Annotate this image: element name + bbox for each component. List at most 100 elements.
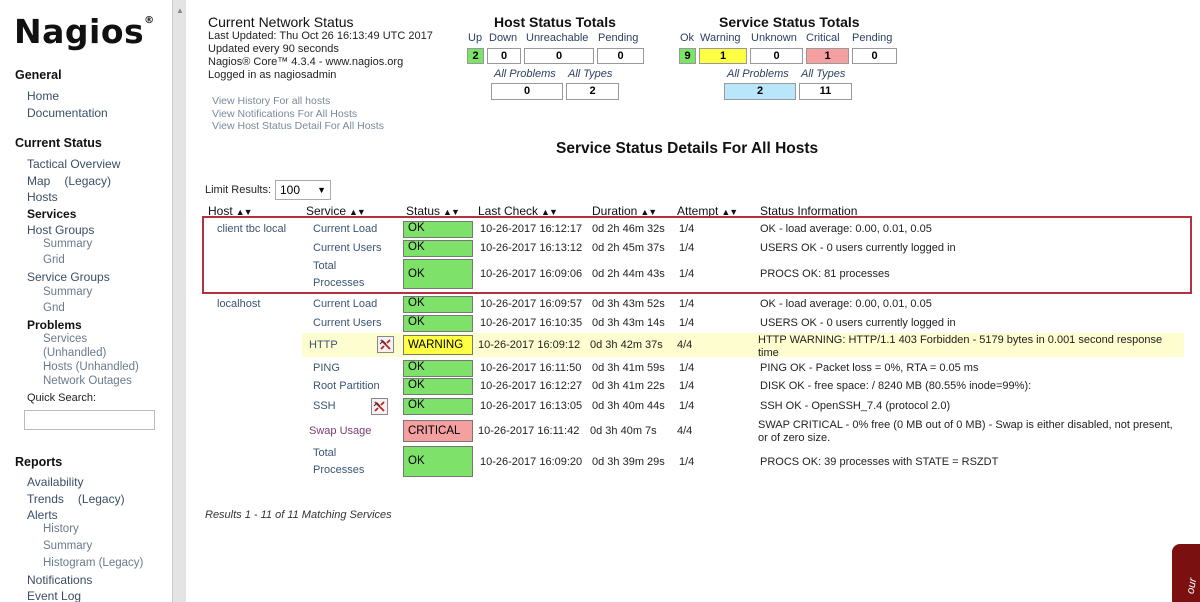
link-view-host-status[interactable]: View Host Status Detail For All Hosts — [212, 120, 384, 133]
host-totals-title: Host Status Totals — [494, 14, 616, 30]
attempt: 4/4 — [677, 425, 693, 437]
nav-problems[interactable]: Problems — [27, 318, 82, 332]
service-link[interactable]: Swap Usage — [309, 425, 371, 437]
nav-trends[interactable]: Trends (Legacy) — [27, 492, 125, 506]
nav-service-groups-grid[interactable]: Gnd — [43, 302, 65, 314]
svc-head-all-problems[interactable]: All Problems — [727, 68, 789, 80]
nav-alerts-summary[interactable]: Summary — [43, 540, 92, 552]
nagios-version: Nagios® Core™ 4.3.4 - www.nagios.org — [208, 56, 404, 68]
quick-search-input[interactable] — [24, 410, 155, 430]
svc-head-warning[interactable]: Warning — [700, 32, 741, 44]
host-count-up[interactable]: 2 — [467, 48, 484, 64]
nav-alerts-histogram[interactable]: Histogram (Legacy) — [43, 557, 143, 569]
attempt: 1/4 — [679, 456, 695, 468]
quick-search-label: Quick Search: — [27, 392, 97, 404]
service-link[interactable]: PING — [313, 362, 340, 374]
svc-count-all-problems[interactable]: 2 — [724, 83, 796, 100]
service-link[interactable]: Current Load — [313, 298, 377, 310]
host-count-all-types[interactable]: 2 — [566, 83, 619, 100]
host-head-down[interactable]: Down — [489, 32, 517, 44]
host-count-down[interactable]: 0 — [487, 48, 521, 64]
attempt: 1/4 — [679, 317, 695, 329]
host-head-pending[interactable]: Pending — [598, 32, 638, 44]
svc-count-warning[interactable]: 1 — [699, 48, 747, 64]
duration: 0d 3h 40m 7s — [590, 425, 657, 437]
last-check: 10-26-2017 16:09:57 — [480, 298, 583, 310]
svc-count-pending[interactable]: 0 — [852, 48, 897, 64]
info-links: View History For all hosts View Notifica… — [212, 95, 384, 133]
svc-count-unknown[interactable]: 0 — [750, 48, 803, 64]
page-title: Service Status Details For All Hosts — [556, 140, 819, 157]
nav-home[interactable]: Home — [27, 89, 59, 103]
nav-hosts[interactable]: Hosts — [27, 190, 58, 204]
svc-head-all-types[interactable]: All Types — [801, 68, 845, 80]
nav-host-groups-summary[interactable]: Summary — [43, 238, 92, 250]
host-count-pending[interactable]: 0 — [597, 48, 644, 64]
host-head-unreachable[interactable]: Unreachable — [526, 32, 588, 44]
svc-count-ok[interactable]: 9 — [679, 48, 696, 64]
svc-head-critical[interactable]: Critical — [806, 32, 840, 44]
status-information: HTTP WARNING: HTTP/1.1 403 Forbidden - 5… — [758, 334, 1163, 359]
last-check: 10-26-2017 16:11:50 — [480, 362, 582, 374]
service-link[interactable]: SSH — [313, 400, 336, 412]
service-link[interactable]: Current Users — [313, 317, 381, 329]
svc-head-unknown[interactable]: Unknown — [751, 32, 797, 44]
svc-count-critical[interactable]: 1 — [806, 48, 849, 64]
host-link-localhost[interactable]: localhost — [217, 298, 260, 310]
last-check: 10-26-2017 16:09:12 — [478, 339, 581, 351]
nagios-logo[interactable]: Nagios® — [14, 12, 155, 51]
update-interval: Updated every 90 seconds — [208, 43, 339, 55]
host-count-all-problems[interactable]: 0 — [491, 83, 563, 100]
corner-badge[interactable]: our — [1172, 544, 1200, 602]
nav-problems-hosts-unhandled[interactable]: Hosts (Unhandled) — [43, 361, 139, 373]
host-head-up[interactable]: Up — [468, 32, 482, 44]
nav-host-groups[interactable]: Host Groups — [27, 223, 94, 237]
nav-documentation[interactable]: Documentation — [27, 106, 108, 120]
nav-services[interactable]: Services — [27, 207, 76, 221]
host-head-all-problems[interactable]: All Problems — [494, 68, 556, 80]
nav-tactical-overview[interactable]: Tactical Overview — [27, 157, 120, 171]
flapping-disabled-icon[interactable] — [377, 336, 394, 353]
status-information: OK - load average: 0.00, 0.01, 0.05 — [760, 298, 932, 310]
status-information: SSH OK - OpenSSH_7.4 (protocol 2.0) — [760, 400, 951, 412]
last-check: 10-26-2017 16:11:42 — [478, 425, 580, 437]
flapping-disabled-icon[interactable] — [371, 398, 388, 415]
chevron-down-icon: ▼ — [317, 185, 326, 195]
nav-problems-services-unhandled[interactable]: (Unhandled) — [43, 347, 106, 359]
last-check: 10-26-2017 16:09:20 — [480, 456, 583, 468]
link-view-notifications[interactable]: View Notifications For All Hosts — [212, 108, 384, 121]
nav-availability[interactable]: Availability — [27, 475, 83, 489]
nav-host-groups-grid[interactable]: Grid — [43, 254, 65, 266]
nav-map[interactable]: Map (Legacy) — [27, 174, 111, 188]
nav-problems-services[interactable]: Services — [43, 333, 87, 345]
host-count-unreachable[interactable]: 0 — [524, 48, 594, 64]
attempt: 1/4 — [679, 298, 695, 310]
duration: 0d 3h 39m 29s — [592, 456, 665, 468]
service-link[interactable]: Total — [313, 447, 336, 459]
service-link[interactable]: Root Partition — [313, 380, 380, 392]
nav-event-log[interactable]: Event Log — [27, 589, 81, 602]
nav-alerts-history[interactable]: History — [43, 523, 79, 535]
duration: 0d 3h 43m 14s — [592, 317, 665, 329]
nav-trends-legacy[interactable]: (Legacy) — [78, 492, 125, 506]
link-view-history[interactable]: View History For all hosts — [212, 95, 384, 108]
service-link[interactable]: Processes — [313, 464, 364, 476]
scroll-up-icon[interactable]: ▲ — [176, 6, 184, 15]
limit-results-label: Limit Results: — [205, 184, 272, 196]
limit-results-select[interactable]: 100 ▼ — [275, 180, 331, 200]
svc-count-all-types[interactable]: 11 — [799, 83, 852, 100]
nav-alerts[interactable]: Alerts — [27, 508, 58, 522]
nav-map-legacy[interactable]: (Legacy) — [64, 174, 111, 188]
nav-heading-current-status: Current Status — [15, 136, 102, 150]
frame-scrollbar[interactable]: ▲ — [172, 0, 186, 602]
svc-head-pending[interactable]: Pending — [852, 32, 892, 44]
service-link[interactable]: HTTP — [309, 339, 338, 351]
duration: 0d 3h 40m 44s — [592, 400, 665, 412]
status-badge: OK — [403, 398, 473, 415]
svc-head-ok[interactable]: Ok — [680, 32, 694, 44]
nav-service-groups-summary[interactable]: Summary — [43, 286, 92, 298]
nav-service-groups[interactable]: Service Groups — [27, 270, 110, 284]
nav-network-outages[interactable]: Network Outages — [43, 375, 132, 387]
nav-notifications[interactable]: Notifications — [27, 573, 92, 587]
host-head-all-types[interactable]: All Types — [568, 68, 612, 80]
